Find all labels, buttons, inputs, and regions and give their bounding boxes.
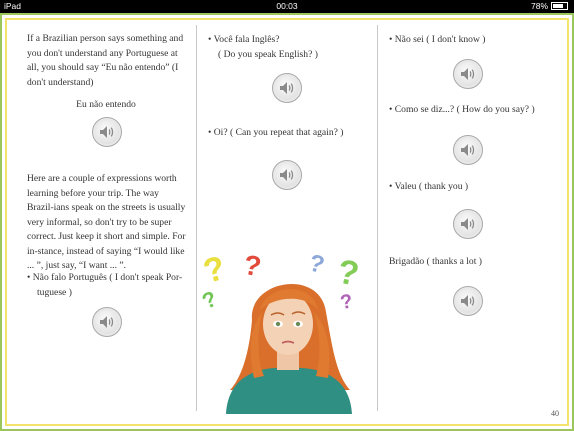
column-divider: [196, 25, 197, 411]
phrase-item: • Não sei ( I don't know ): [389, 34, 486, 45]
intro-paragraph: If a Brazilian person says something and…: [27, 33, 184, 88]
battery-icon: [551, 2, 568, 10]
page-number: 40: [551, 409, 559, 418]
speaker-icon[interactable]: [453, 209, 483, 239]
column-divider: [377, 25, 378, 411]
tips-paragraph: Here are a couple of expressions worth l…: [27, 173, 186, 271]
confused-woman-illustration: ? ? ? ? ? ?: [200, 250, 362, 414]
speaker-icon[interactable]: [92, 117, 122, 147]
phrase-item: • Como se diz...? ( How do you say? ): [389, 104, 535, 115]
battery-indicator: 78%: [531, 0, 568, 13]
svg-text:?: ?: [306, 250, 327, 279]
speaker-icon[interactable]: [453, 286, 483, 316]
speaker-icon[interactable]: [272, 160, 302, 190]
svg-text:?: ?: [335, 253, 362, 294]
clock: 00:03: [276, 1, 298, 11]
svg-text:?: ?: [200, 286, 221, 314]
svg-text:?: ?: [339, 290, 355, 314]
svg-text:?: ?: [241, 250, 263, 282]
speaker-icon[interactable]: [453, 135, 483, 165]
phrase-item: • Você fala Inglês? ( Do you speak Engli…: [208, 34, 318, 60]
speaker-icon[interactable]: [92, 307, 122, 337]
phrase-item: • Não falo Português ( I don't speak Por…: [27, 272, 183, 298]
battery-percent: 78%: [530, 1, 548, 11]
phrase-item: • Oi? ( Can you repeat that again? ): [208, 127, 344, 138]
phrase-label: Eu não entendo: [76, 99, 136, 110]
speaker-icon[interactable]: [272, 73, 302, 103]
speaker-icon[interactable]: [453, 59, 483, 89]
status-bar: iPad 00:03 78%: [0, 0, 574, 13]
phrase-item: Brigadão ( thanks a lot ): [389, 256, 482, 267]
svg-text:?: ?: [200, 250, 229, 291]
phrase-item: • Valeu ( thank you ): [389, 181, 469, 192]
